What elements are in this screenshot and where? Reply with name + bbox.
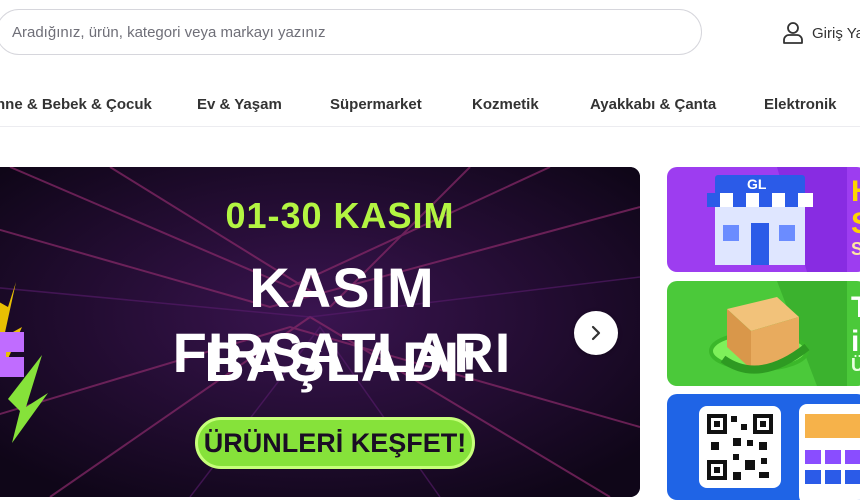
qr-code-icon [699,404,860,500]
category-supermarket[interactable]: Süpermarket [330,96,422,113]
side-card-1-line3: S [851,239,860,259]
side-card-1-line1: H [851,175,860,209]
banner-cta-button[interactable]: ÜRÜNLERİ KEŞFET! [195,417,475,469]
side-card-2-line2: i [851,325,860,358]
side-card-2-line1: T [851,291,860,325]
category-elektronik[interactable]: Elektronik [764,96,837,113]
user-icon [783,22,803,44]
side-card-2-line3: Ü [851,355,860,375]
category-anne-bebek-cocuk[interactable]: nne & Bebek & Çocuk [0,96,152,113]
side-card-app[interactable] [667,394,860,500]
login-button[interactable]: Giriş Ya [782,20,860,46]
login-label: Giriş Ya [812,24,860,42]
chevron-right-icon [591,325,601,341]
search-bar[interactable] [0,9,702,55]
banner-title-line2: BAŞLADI! [204,330,480,393]
side-card-store[interactable]: GL H S S [667,167,860,272]
side-card-1-line2: S [851,207,860,241]
category-ayakkabi-canta[interactable]: Ayakkabı & Çanta [590,96,716,113]
category-kozmetik[interactable]: Kozmetik [472,96,539,113]
carousel-next-button[interactable] [574,311,618,355]
package-icon [709,281,847,386]
side-card-delivery[interactable]: T i Ü [667,281,860,386]
category-nav: nne & Bebek & Çocuk Ev & Yaşam Süpermark… [0,84,860,127]
category-ev-yasam[interactable]: Ev & Yaşam [197,96,282,113]
search-input[interactable] [0,10,672,54]
store-sign: GL [747,176,767,192]
banner-date: 01-30 KASIM [225,195,455,236]
hero-banner[interactable]: E 01-30 KASIM KASIM FIRSATLARI BAŞLADI! … [0,167,640,497]
